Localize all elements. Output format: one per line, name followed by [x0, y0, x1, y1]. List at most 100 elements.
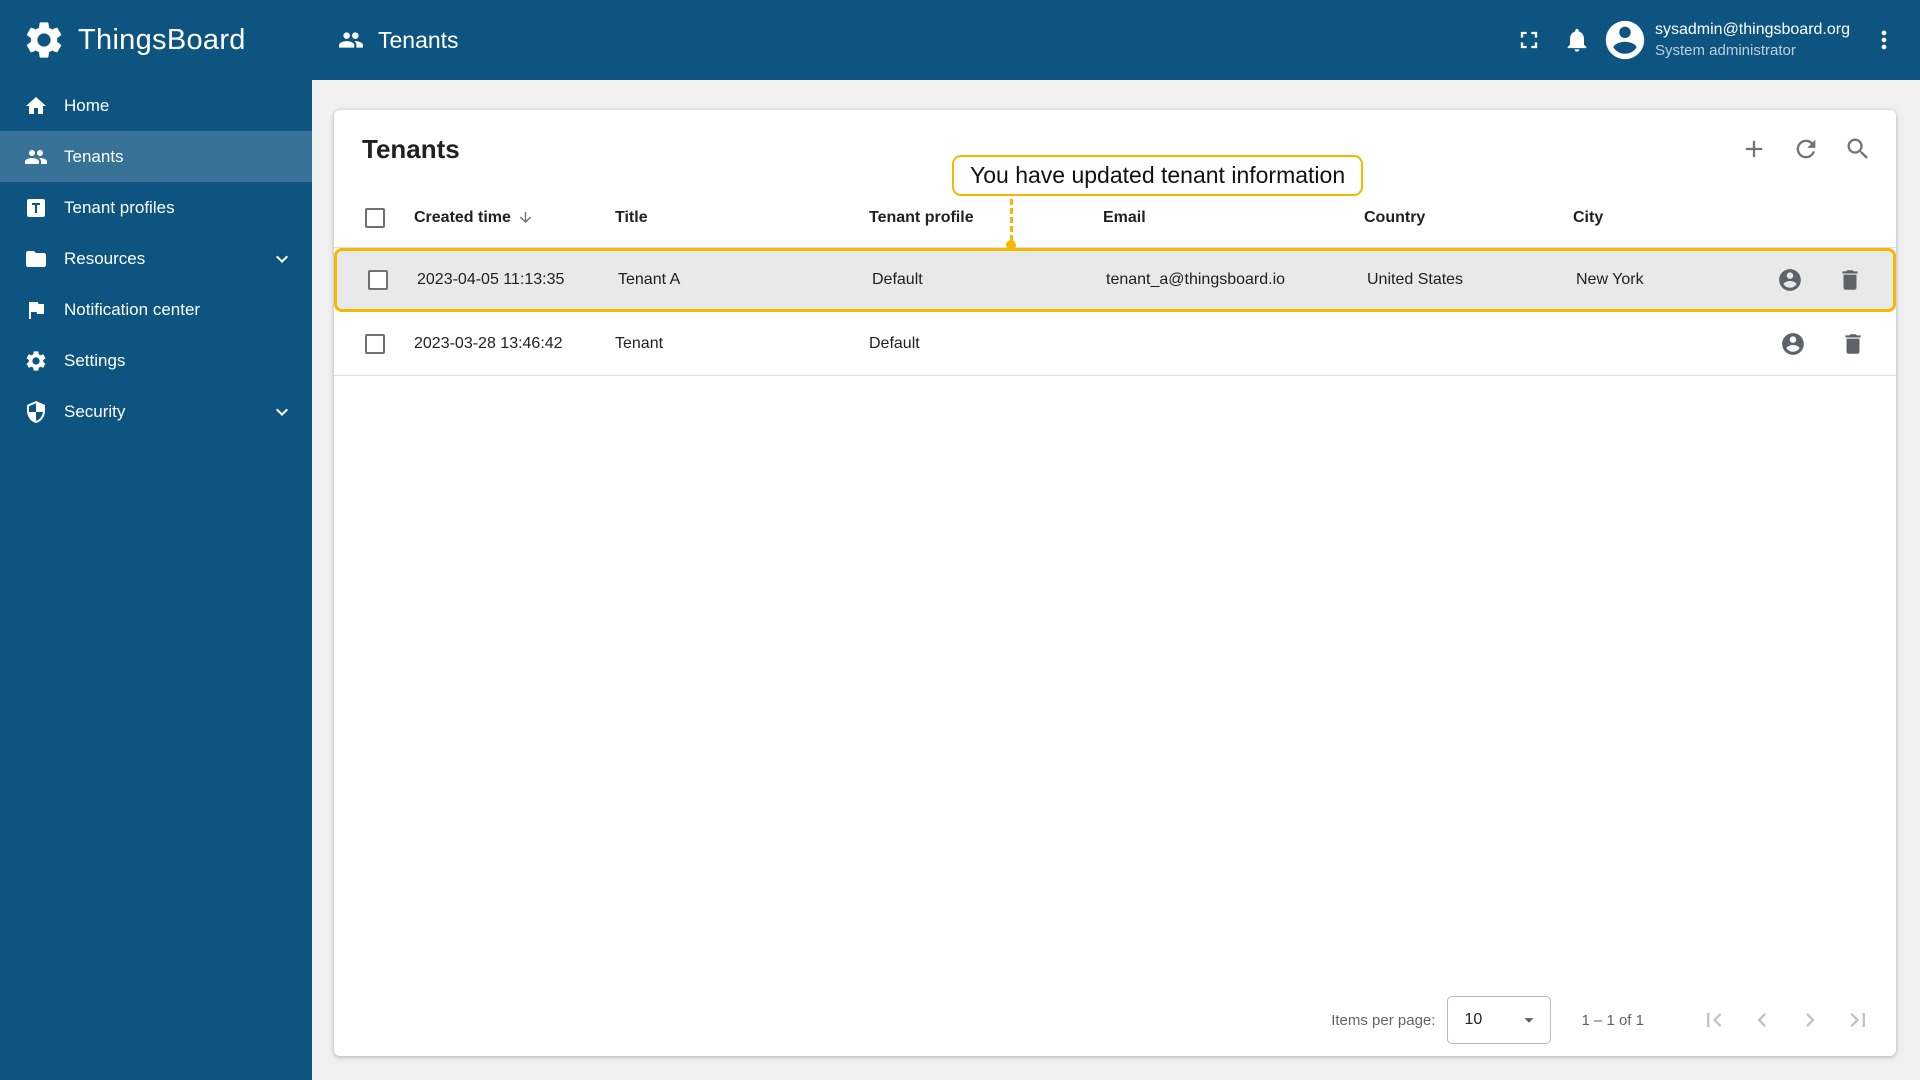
user-info: sysadmin@thingsboard.org System administ… [1655, 19, 1850, 61]
sidebar-item-label: Settings [64, 350, 126, 370]
column-header-title[interactable]: Title [615, 209, 869, 227]
cell-country: United States [1367, 271, 1464, 288]
people-icon [25, 149, 47, 164]
brand-name: ThingsBoard [78, 23, 246, 56]
notifications-button[interactable] [1553, 16, 1601, 64]
folder-icon [26, 250, 46, 267]
previous-page-button[interactable] [1738, 996, 1786, 1044]
manage-tenant-admins-button[interactable] [1777, 266, 1805, 294]
sort-desc-icon [517, 209, 534, 226]
fullscreen-icon [1520, 31, 1538, 49]
add-tenant-button[interactable] [1728, 123, 1780, 175]
bell-icon [1567, 28, 1587, 52]
column-header-created-time[interactable]: Created time [414, 209, 615, 227]
row-checkbox[interactable] [365, 333, 385, 354]
items-per-page-select[interactable]: 10 [1447, 996, 1552, 1044]
delete-tenant-button[interactable] [1837, 266, 1865, 294]
column-label: City [1573, 208, 1604, 226]
page-header: Tenants [338, 27, 459, 54]
add-icon [1745, 140, 1763, 158]
search-button[interactable] [1832, 123, 1884, 175]
user-avatar-button[interactable] [1601, 16, 1649, 64]
page-range-label: 1 – 1 of 1 [1581, 1011, 1644, 1029]
sidebar-item-label: Security [64, 401, 126, 421]
items-per-page-value: 10 [1464, 1011, 1483, 1028]
column-label: Title [615, 208, 648, 226]
row-checkbox[interactable] [368, 270, 388, 290]
cell-tenant-profile: Default [869, 334, 920, 352]
refresh-icon [1796, 139, 1816, 159]
delete-tenant-button[interactable] [1840, 330, 1868, 358]
cell-created-time: 2023-03-28 13:46:42 [414, 334, 563, 352]
column-label: Country [1364, 208, 1426, 226]
sidebar-item-notification-center[interactable]: Notification center [0, 284, 312, 335]
tenants-icon [339, 32, 363, 48]
refresh-button[interactable] [1780, 123, 1832, 175]
first-page-button[interactable] [1690, 996, 1738, 1044]
table-row-tenant-a[interactable]: 2023-04-05 11:13:35 Tenant A Default ten… [334, 248, 1896, 312]
home-icon [26, 96, 46, 114]
column-header-tenant-profile[interactable]: Tenant profile [869, 209, 1103, 227]
column-header-country[interactable]: Country [1364, 209, 1573, 227]
sidebar-item-security[interactable]: Security [0, 386, 312, 437]
last-page-icon [1850, 1013, 1865, 1027]
top-bar: ThingsBoard Tenants sysadmin@thingsboard… [0, 0, 1920, 80]
annotation-callout: You have updated tenant information [952, 155, 1364, 196]
select-all-checkbox[interactable] [365, 207, 385, 228]
sidebar-item-label: Home [64, 95, 110, 115]
table-empty-area [334, 376, 1896, 984]
main-content: You have updated tenant information Tena… [312, 80, 1920, 1080]
thingsboard-logo-icon [22, 18, 66, 62]
tenant-profiles-icon [27, 198, 45, 217]
user-email: sysadmin@thingsboard.org [1654, 21, 1850, 39]
annotation-connector-line [1010, 199, 1013, 241]
shield-icon [27, 400, 45, 423]
more-menu-button[interactable] [1860, 16, 1908, 64]
card-tools [1728, 123, 1884, 175]
sidebar-item-label: Tenants [64, 146, 124, 166]
search-icon [1847, 138, 1868, 159]
paginator: Items per page: 10 1 – 1 of 1 [334, 984, 1896, 1056]
cell-city: New York [1576, 271, 1644, 288]
column-header-email[interactable]: Email [1103, 209, 1364, 227]
column-label: Tenant profile [869, 208, 974, 226]
sidebar-item-label: Resources [64, 248, 146, 268]
sidebar-item-tenant-profiles[interactable]: Tenant profiles [0, 182, 312, 233]
cell-email: tenant_a@thingsboard.io [1106, 271, 1286, 288]
more-vert-icon [1881, 30, 1887, 50]
sidebar: Home Tenants Tenant profiles Resources N… [0, 80, 312, 1080]
last-page-button[interactable] [1834, 996, 1882, 1044]
column-label: Created time [414, 208, 511, 226]
column-label: Email [1103, 208, 1146, 226]
brand[interactable]: ThingsBoard [0, 18, 312, 62]
manage-tenant-admins-button[interactable] [1780, 330, 1808, 358]
column-header-city[interactable]: City [1573, 209, 1764, 227]
account-circle-icon [1605, 20, 1645, 60]
sidebar-item-label: Notification center [64, 299, 201, 319]
next-page-button[interactable] [1786, 996, 1834, 1044]
sidebar-item-settings[interactable]: Settings [0, 335, 312, 386]
tenants-card: You have updated tenant information Tena… [334, 110, 1896, 1056]
trash-icon [1845, 333, 1861, 354]
manage-user-icon [1779, 269, 1801, 291]
cell-tenant-profile: Default [872, 271, 923, 288]
items-per-page-label: Items per page: [1331, 1011, 1436, 1029]
dropdown-arrow-icon [1518, 1009, 1540, 1031]
cell-title: Tenant [615, 334, 664, 352]
sidebar-item-home[interactable]: Home [0, 80, 312, 131]
sidebar-item-tenants[interactable]: Tenants [0, 131, 312, 182]
sidebar-item-resources[interactable]: Resources [0, 233, 312, 284]
chevron-down-icon [270, 400, 294, 424]
trash-icon [1842, 270, 1858, 290]
user-role: System administrator [1654, 41, 1796, 59]
first-page-icon [1707, 1013, 1722, 1027]
card-title: Tenants [362, 133, 460, 164]
chevron-right-icon [1806, 1013, 1815, 1027]
fullscreen-button[interactable] [1505, 16, 1553, 64]
cell-title: Tenant A [618, 271, 681, 288]
chevron-left-icon [1757, 1013, 1766, 1027]
annotation-connector-dot [1006, 240, 1016, 250]
table-row-tenant[interactable]: 2023-03-28 13:46:42 Tenant Default [334, 312, 1896, 376]
cell-created-time: 2023-04-05 11:13:35 [417, 271, 565, 288]
sidebar-item-label: Tenant profiles [64, 197, 175, 217]
